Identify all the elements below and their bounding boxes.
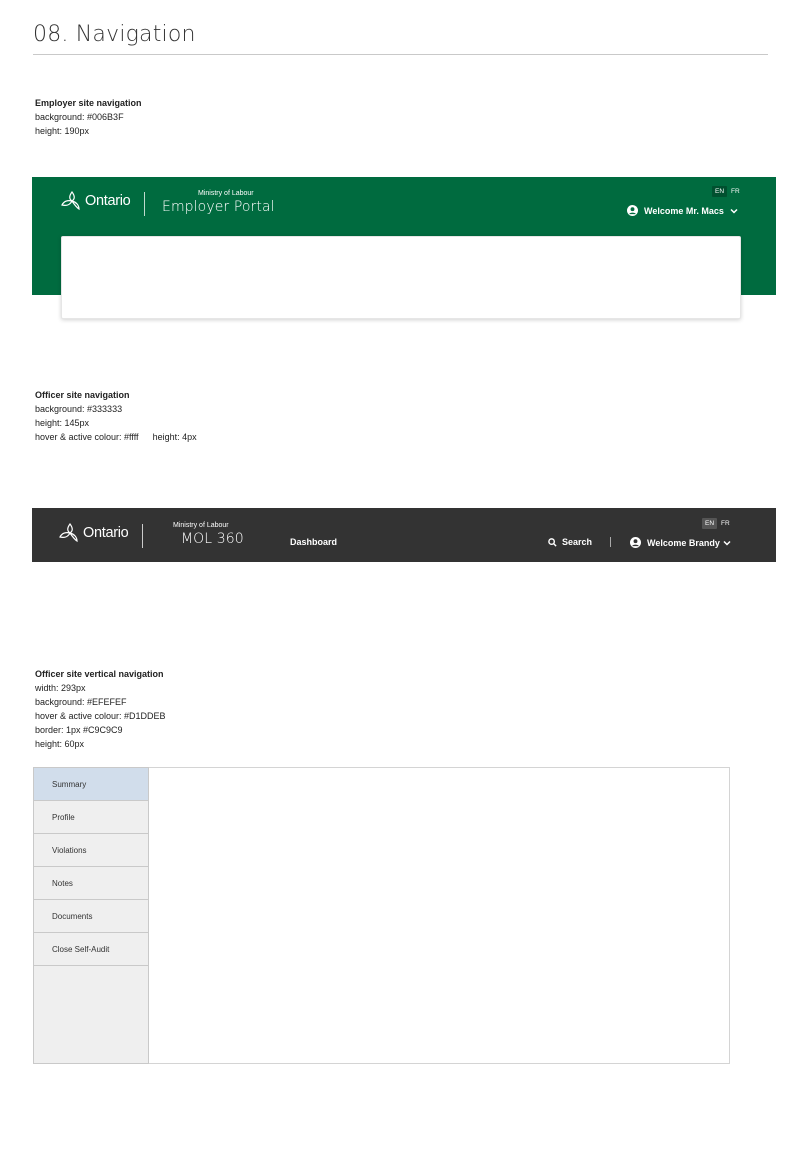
- employer-portal-title: Employer Portal: [162, 199, 275, 215]
- vnav-item-label: Violations: [52, 845, 87, 855]
- vnav-item-label: Notes: [52, 878, 73, 888]
- nav-search-link[interactable]: Search: [548, 537, 592, 547]
- vnav-item-profile[interactable]: Profile: [34, 801, 148, 834]
- employer-logo-divider: [144, 192, 145, 216]
- vnav-item-label: Documents: [52, 911, 93, 921]
- officer-logo-text: Ontario: [83, 525, 129, 541]
- officer-ministry-label: Ministry of Labour: [173, 522, 229, 529]
- chevron-down-icon: [730, 208, 738, 214]
- officer-spec-hover-height: height: 4px: [152, 432, 197, 442]
- officer-ontario-logo[interactable]: Ontario: [58, 522, 129, 544]
- employer-spec: Employer site navigation background: #00…: [35, 96, 142, 138]
- trillium-icon: [59, 522, 78, 543]
- employer-lang-fr[interactable]: FR: [728, 186, 743, 197]
- employer-ministry-label: Ministry of Labour: [198, 190, 254, 197]
- page-title: 08. Navigation: [33, 22, 196, 47]
- officer-nav-bar: [32, 508, 776, 562]
- vertical-spec-width: width: 293px: [35, 683, 86, 693]
- employer-ontario-logo[interactable]: Ontario: [60, 190, 131, 212]
- vertical-nav: Summary Profile Violations Notes Documen…: [33, 767, 149, 1064]
- vnav-item-documents[interactable]: Documents: [34, 900, 148, 933]
- officer-nav-separator: [610, 537, 611, 547]
- vnav-item-close-self-audit[interactable]: Close Self-Audit: [34, 933, 148, 966]
- officer-language-switch: EN FR: [702, 518, 733, 529]
- vnav-item-summary[interactable]: Summary: [34, 768, 148, 801]
- vnav-item-label: Close Self-Audit: [52, 944, 110, 954]
- officer-welcome-text: Welcome Brandy: [647, 537, 720, 548]
- employer-language-switch: EN FR: [712, 186, 743, 197]
- officer-spec: Officer site navigation background: #333…: [35, 388, 197, 444]
- employer-spec-height: height: 190px: [35, 126, 90, 136]
- vertical-spec-border: border: 1px #C9C9C9: [35, 725, 123, 735]
- employer-user-menu[interactable]: Welcome Mr. Macs: [627, 205, 738, 216]
- officer-lang-fr[interactable]: FR: [718, 518, 733, 529]
- employer-spec-heading: Employer site navigation: [35, 98, 142, 108]
- officer-spec-hover: hover & active colour: #ffff height: 4px: [35, 430, 197, 444]
- vertical-spec-height: height: 60px: [35, 739, 85, 749]
- officer-spec-hover-colour: hover & active colour: #ffff: [35, 432, 139, 442]
- vnav-item-notes[interactable]: Notes: [34, 867, 148, 900]
- officer-spec-background: background: #333333: [35, 404, 123, 414]
- officer-user-menu[interactable]: Welcome Brandy: [630, 537, 731, 548]
- chevron-down-icon: [723, 540, 731, 546]
- employer-lang-en[interactable]: EN: [712, 186, 728, 197]
- officer-lang-en[interactable]: EN: [702, 518, 718, 529]
- vertical-spec-background: background: #EFEFEF: [35, 697, 127, 707]
- vertical-spec-heading: Officer site vertical navigation: [35, 669, 164, 679]
- vertical-spec: Officer site vertical navigation width: …: [35, 667, 166, 751]
- search-icon: [548, 537, 557, 547]
- search-label: Search: [562, 537, 593, 547]
- title-divider: [33, 54, 768, 55]
- vnav-item-label: Summary: [52, 779, 87, 789]
- employer-content-card: [61, 236, 741, 319]
- user-avatar-icon: [630, 537, 641, 548]
- officer-portal-title: MOL 360: [181, 531, 244, 547]
- trillium-icon: [61, 190, 80, 211]
- officer-spec-heading: Officer site navigation: [35, 390, 130, 400]
- officer-logo-divider: [142, 524, 143, 548]
- nav-dashboard-link[interactable]: Dashboard: [290, 537, 337, 547]
- employer-welcome-text: Welcome Mr. Macs: [644, 205, 724, 216]
- vertical-spec-hover: hover & active colour: #D1DDEB: [35, 711, 166, 721]
- employer-spec-background: background: #006B3F: [35, 112, 124, 122]
- vnav-item-violations[interactable]: Violations: [34, 834, 148, 867]
- vnav-item-label: Profile: [52, 812, 75, 822]
- employer-logo-text: Ontario: [85, 193, 131, 209]
- officer-spec-height: height: 145px: [35, 418, 90, 428]
- user-avatar-icon: [627, 205, 638, 216]
